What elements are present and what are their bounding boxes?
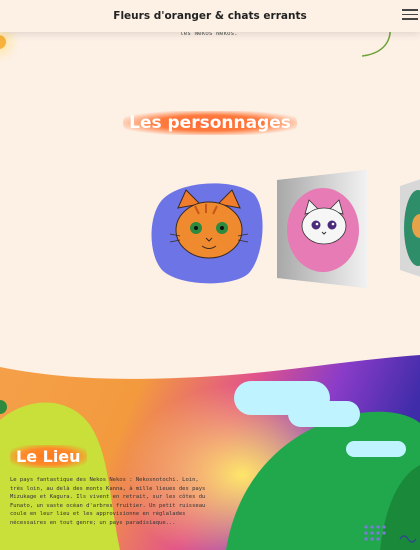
top-navigation-bar: Fleurs d'oranger & chats errants	[0, 0, 420, 32]
hamburger-menu-icon[interactable]	[402, 6, 418, 24]
vine-decoration	[362, 26, 420, 57]
site-title[interactable]: Fleurs d'oranger & chats errants	[0, 10, 420, 22]
character-card-orange-cat[interactable]	[150, 180, 265, 285]
character-card-white-cat[interactable]	[277, 170, 367, 288]
character-card-partial-cat[interactable]	[400, 178, 420, 278]
lieu-section-title: Le Lieu	[10, 445, 87, 468]
sun-icon	[0, 35, 6, 49]
lieu-description: Le pays fantastique des Nekos Nekos : Ne…	[10, 477, 206, 526]
characters-section-title: Les personnages	[0, 111, 420, 135]
